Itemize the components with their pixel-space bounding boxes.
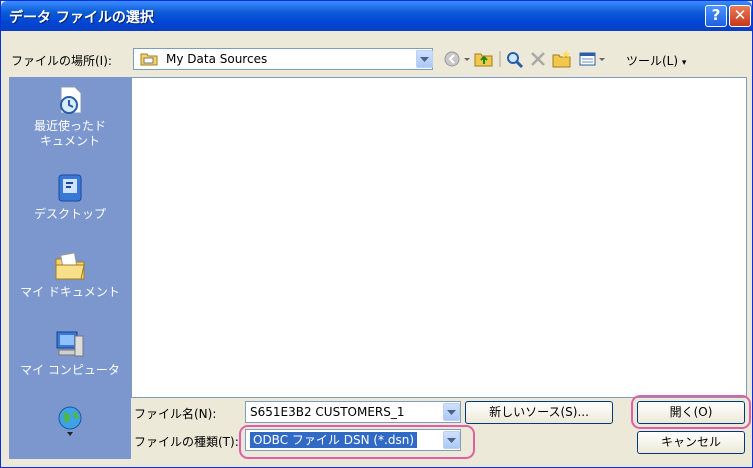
search-web-button[interactable]	[503, 48, 525, 70]
file-type-label: ファイルの種類(T):	[134, 435, 239, 449]
tools-menu[interactable]: ツール(L) ▾	[626, 52, 686, 69]
title-bar[interactable]: データ ファイルの選択 ? ✕	[1, 1, 752, 31]
places-label: 最近使ったド	[33, 119, 106, 133]
look-in-value: My Data Sources	[166, 52, 268, 66]
back-button[interactable]	[441, 48, 471, 70]
chevron-down-icon	[447, 410, 456, 415]
file-open-dialog: データ ファイルの選択 ? ✕ ファイルの場所(I): My Data Sour…	[0, 0, 753, 468]
places-desktop[interactable]: デスクトップ	[9, 171, 131, 222]
delete-button[interactable]	[527, 48, 549, 70]
file-name-combobox[interactable]	[245, 401, 461, 423]
close-button[interactable]: ✕	[729, 5, 751, 27]
new-folder-button[interactable]	[551, 48, 573, 70]
up-folder-button[interactable]	[473, 48, 495, 70]
my-documents-icon	[55, 252, 85, 280]
folder-icon	[140, 53, 158, 66]
new-folder-icon	[552, 50, 571, 68]
tools-label: ツール(L)	[626, 54, 679, 68]
back-icon	[444, 51, 470, 67]
new-source-button[interactable]: 新しいソース(S)...	[465, 401, 613, 424]
file-list[interactable]	[131, 77, 747, 398]
places-bar: 最近使ったド キュメント デスクトップ マイ ドキュメント マイ コンピュータ	[9, 77, 131, 459]
places-my-documents[interactable]: マイ ドキュメント	[9, 249, 131, 300]
chevron-down-icon: ▾	[681, 58, 687, 68]
file-name-dropdown-button[interactable]	[443, 403, 460, 421]
recent-documents-icon	[60, 86, 82, 114]
chevron-down-icon	[420, 57, 429, 62]
highlight-ring-open	[631, 395, 751, 429]
window-title: データ ファイルの選択	[9, 10, 154, 26]
search-web-icon	[507, 52, 524, 69]
highlight-ring-file-type	[239, 425, 475, 459]
look-in-label: ファイルの場所(I):	[11, 54, 112, 68]
places-label: デスクトップ	[33, 207, 106, 221]
places-recent-documents[interactable]: 最近使ったド キュメント	[9, 83, 131, 149]
help-button[interactable]: ?	[705, 5, 727, 27]
my-computer-icon	[56, 331, 84, 357]
look-in-combobox[interactable]: My Data Sources	[133, 48, 433, 70]
cancel-button[interactable]: キャンセル	[637, 431, 745, 454]
file-name-input[interactable]	[246, 402, 444, 422]
places-my-computer[interactable]: マイ コンピュータ	[9, 327, 131, 378]
up-folder-icon	[474, 53, 493, 67]
places-label: キュメント	[39, 134, 100, 148]
places-label: マイ コンピュータ	[20, 363, 120, 377]
network-icon	[58, 406, 82, 436]
look-in-dropdown-button[interactable]	[416, 50, 433, 68]
views-button[interactable]	[577, 48, 607, 70]
views-icon	[579, 52, 605, 66]
desktop-icon	[58, 174, 82, 202]
places-network[interactable]	[9, 403, 131, 439]
places-label: マイ ドキュメント	[20, 285, 120, 299]
file-name-label: ファイル名(N):	[134, 407, 217, 421]
delete-icon	[531, 52, 545, 66]
